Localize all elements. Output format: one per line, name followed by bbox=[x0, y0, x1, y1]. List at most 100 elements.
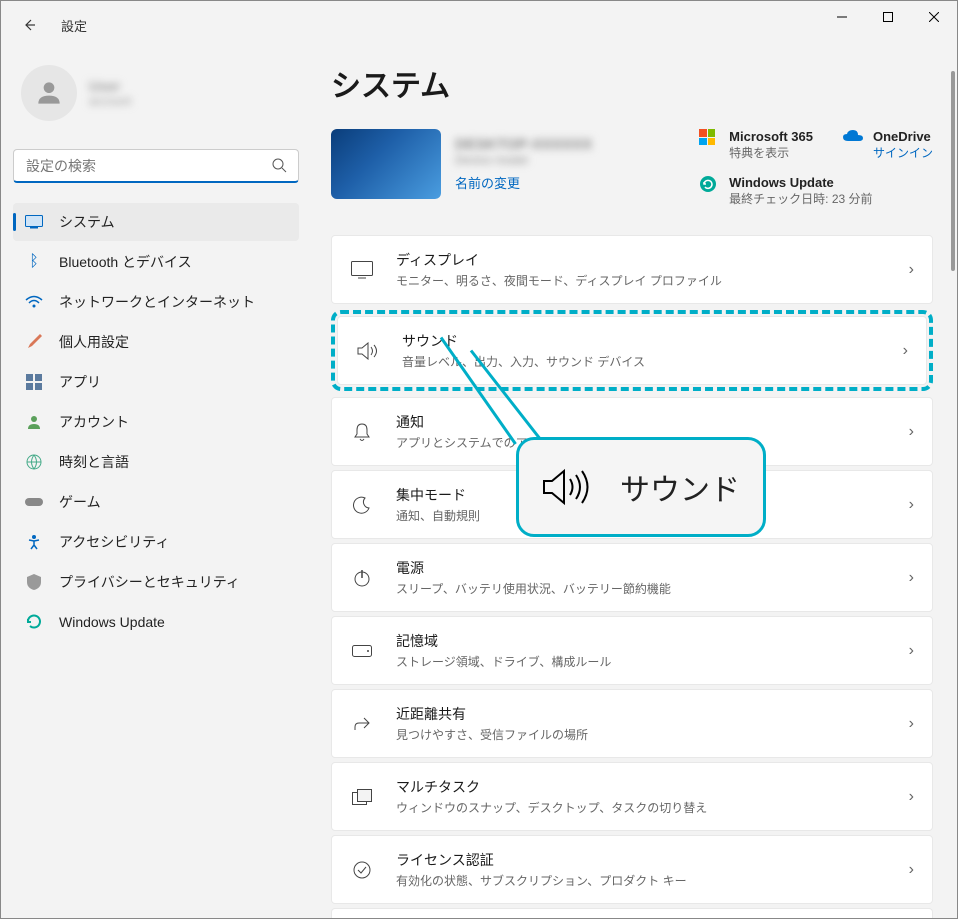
setting-sub: 見つけやすさ、受信ファイルの場所 bbox=[396, 726, 909, 743]
setting-power[interactable]: 電源 スリープ、バッテリ使用状況、バッテリー節約機能 › bbox=[331, 543, 933, 612]
person-icon bbox=[33, 77, 65, 109]
nav-item-windows-update[interactable]: Windows Update bbox=[13, 603, 299, 641]
nav-item-privacy[interactable]: プライバシーとセキュリティ bbox=[13, 563, 299, 601]
globe-icon bbox=[25, 453, 43, 471]
callout-text: サウンド bbox=[620, 465, 740, 509]
window-title: 設定 bbox=[61, 16, 87, 35]
cloud-icon bbox=[843, 129, 863, 149]
user-name: User bbox=[89, 78, 131, 94]
annotation-callout: サウンド bbox=[516, 437, 766, 537]
account-icon bbox=[25, 413, 43, 431]
chevron-right-icon: › bbox=[909, 788, 914, 806]
setting-sub: モニター、明るさ、夜間モード、ディスプレイ プロファイル bbox=[396, 272, 909, 289]
tile-onedrive[interactable]: OneDrive サインイン bbox=[843, 129, 933, 161]
device-sub: Device model bbox=[455, 153, 592, 167]
nav-label: 個人用設定 bbox=[59, 332, 129, 352]
setting-title: 通知 bbox=[396, 412, 909, 432]
share-icon bbox=[350, 712, 374, 736]
minimize-button[interactable] bbox=[819, 1, 865, 33]
close-icon bbox=[929, 12, 939, 22]
chevron-right-icon: › bbox=[909, 642, 914, 660]
nav-item-time-language[interactable]: 時刻と言語 bbox=[13, 443, 299, 481]
setting-troubleshoot[interactable]: トラブルシューティング 推奨されるトラブルシューティング、設定、履歴 › bbox=[331, 908, 933, 918]
check-circle-icon bbox=[350, 858, 374, 882]
setting-activation[interactable]: ライセンス認証 有効化の状態、サブスクリプション、プロダクト キー › bbox=[331, 835, 933, 904]
accessibility-icon bbox=[25, 533, 43, 551]
nav-item-network[interactable]: ネットワークとインターネット bbox=[13, 283, 299, 321]
wifi-icon bbox=[25, 293, 43, 311]
apps-icon bbox=[25, 373, 43, 391]
desktop-thumbnail bbox=[331, 129, 441, 199]
update-icon bbox=[699, 175, 719, 195]
rename-link[interactable]: 名前の変更 bbox=[455, 173, 520, 192]
chevron-right-icon: › bbox=[909, 496, 914, 514]
sound-icon bbox=[542, 467, 590, 507]
setting-title: サウンド bbox=[402, 331, 903, 351]
device-name: DESKTOP-XXXXXX bbox=[455, 136, 592, 153]
display-icon bbox=[350, 258, 374, 282]
avatar bbox=[21, 65, 77, 121]
multitask-icon bbox=[350, 785, 374, 809]
content-area: User account システム ᛒ Bluetooth とデバイス bbox=[1, 49, 957, 918]
search-input[interactable] bbox=[13, 149, 299, 183]
brush-icon bbox=[25, 333, 43, 351]
maximize-button[interactable] bbox=[865, 1, 911, 33]
tile-title: Microsoft 365 bbox=[729, 129, 813, 144]
close-button[interactable] bbox=[911, 1, 957, 33]
nav-item-bluetooth[interactable]: ᛒ Bluetooth とデバイス bbox=[13, 243, 299, 281]
tile-sub: 最終チェック日時: 23 分前 bbox=[729, 190, 872, 207]
storage-icon bbox=[350, 639, 374, 663]
device-info: DESKTOP-XXXXXX Device model 名前の変更 bbox=[455, 136, 592, 193]
nav-label: アカウント bbox=[59, 412, 129, 432]
sound-icon bbox=[356, 339, 380, 363]
nav-item-apps[interactable]: アプリ bbox=[13, 363, 299, 401]
device-card[interactable]: DESKTOP-XXXXXX Device model 名前の変更 bbox=[331, 129, 592, 199]
setting-sub: スリープ、バッテリ使用状況、バッテリー節約機能 bbox=[396, 580, 909, 597]
tile-link[interactable]: サインイン bbox=[873, 144, 933, 161]
setting-sound[interactable]: サウンド 音量レベル、出力、入力、サウンド デバイス › bbox=[337, 316, 927, 385]
bluetooth-icon: ᛒ bbox=[25, 253, 43, 271]
update-icon bbox=[25, 613, 43, 631]
setting-display[interactable]: ディスプレイ モニター、明るさ、夜間モード、ディスプレイ プロファイル › bbox=[331, 235, 933, 304]
nav-label: Windows Update bbox=[59, 614, 165, 630]
sidebar: User account システム ᛒ Bluetooth とデバイス bbox=[1, 49, 311, 918]
scrollbar[interactable] bbox=[951, 71, 955, 271]
nav-item-gaming[interactable]: ゲーム bbox=[13, 483, 299, 521]
nav-label: システム bbox=[59, 212, 115, 232]
chevron-right-icon: › bbox=[909, 569, 914, 587]
nav-item-accessibility[interactable]: アクセシビリティ bbox=[13, 523, 299, 561]
nav-item-system[interactable]: システム bbox=[13, 203, 299, 241]
window-controls bbox=[819, 1, 957, 33]
user-block[interactable]: User account bbox=[13, 57, 299, 129]
setting-title: 近距離共有 bbox=[396, 704, 909, 724]
moon-icon bbox=[350, 493, 374, 517]
nav-label: アプリ bbox=[59, 372, 101, 392]
nav-item-accounts[interactable]: アカウント bbox=[13, 403, 299, 441]
setting-title: ライセンス認証 bbox=[396, 850, 909, 870]
gamepad-icon bbox=[25, 493, 43, 511]
maximize-icon bbox=[883, 12, 893, 22]
annotation-highlight: サウンド 音量レベル、出力、入力、サウンド デバイス › bbox=[331, 310, 933, 391]
tile-title: OneDrive bbox=[873, 129, 933, 144]
setting-storage[interactable]: 記憶域 ストレージ領域、ドライブ、構成ルール › bbox=[331, 616, 933, 685]
tile-ms365[interactable]: Microsoft 365 特典を表示 bbox=[699, 129, 813, 161]
nav-label: Bluetooth とデバイス bbox=[59, 252, 192, 272]
settings-list: ディスプレイ モニター、明るさ、夜間モード、ディスプレイ プロファイル › サウ… bbox=[331, 235, 933, 918]
setting-multitask[interactable]: マルチタスク ウィンドウのスナップ、デスクトップ、タスクの切り替え › bbox=[331, 762, 933, 831]
nav-item-personalization[interactable]: 個人用設定 bbox=[13, 323, 299, 361]
nav-label: ネットワークとインターネット bbox=[59, 292, 255, 312]
nav-label: ゲーム bbox=[59, 492, 101, 512]
chevron-right-icon: › bbox=[909, 423, 914, 441]
minimize-icon bbox=[837, 12, 847, 22]
tile-sub: 特典を表示 bbox=[729, 144, 813, 161]
shield-icon bbox=[25, 573, 43, 591]
setting-title: 電源 bbox=[396, 558, 909, 578]
system-icon bbox=[25, 213, 43, 231]
setting-nearby-share[interactable]: 近距離共有 見つけやすさ、受信ファイルの場所 › bbox=[331, 689, 933, 758]
user-info: User account bbox=[89, 78, 131, 108]
bell-icon bbox=[350, 420, 374, 444]
back-button[interactable] bbox=[9, 5, 49, 45]
tile-windows-update[interactable]: Windows Update 最終チェック日時: 23 分前 bbox=[699, 175, 933, 207]
nav-label: アクセシビリティ bbox=[59, 532, 169, 552]
setting-title: ディスプレイ bbox=[396, 250, 909, 270]
